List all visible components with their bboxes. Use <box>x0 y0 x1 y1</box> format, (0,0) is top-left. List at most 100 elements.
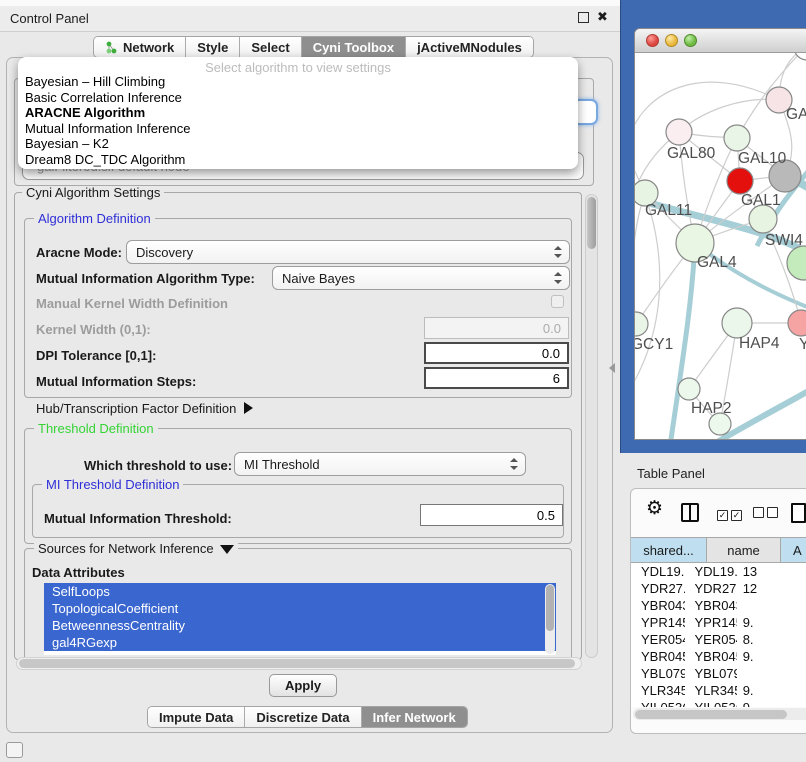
stepper-icon <box>553 272 562 284</box>
table-row[interactable]: YDR27...YDR27...12 <box>631 580 806 597</box>
mi-threshold-field[interactable]: 0.5 <box>420 504 563 526</box>
network-node[interactable] <box>666 119 692 145</box>
unchecked-box-icon <box>753 507 764 518</box>
apply-button[interactable]: Apply <box>269 674 337 697</box>
attribute-item[interactable]: BetweennessCentrality <box>44 617 556 634</box>
stepper-icon <box>509 458 518 470</box>
algorithm-option[interactable]: Bayesian – Hill Climbing <box>18 74 578 90</box>
algorithm-option[interactable]: Bayesian – K2 <box>18 136 578 152</box>
tab-style[interactable]: Style <box>186 37 240 57</box>
tab-label: Discretize Data <box>256 710 349 725</box>
scrollbar-thumb[interactable] <box>546 585 554 631</box>
network-node[interactable] <box>788 310 806 336</box>
algorithm-dropdown-popup: Select algorithm to view settings Bayesi… <box>18 57 578 169</box>
gear-icon[interactable]: ⚙ <box>646 497 663 520</box>
table-cell <box>737 597 806 614</box>
network-node[interactable] <box>678 378 700 400</box>
network-window[interactable]: GALGAL80GAL10GAL1GAL11SWI4GAL4GCY1HAP4YH… <box>634 28 806 440</box>
algorithm-option[interactable]: Dream8 DC_TDC Algorithm <box>18 152 578 168</box>
table-cell: YIL053C <box>685 699 737 707</box>
tab-discretize-data[interactable]: Discretize Data <box>245 707 361 727</box>
aracne-mode-combo[interactable]: Discovery <box>126 240 570 264</box>
table-row[interactable]: YBR045CYBR045C9. <box>631 648 806 665</box>
algorithm-option[interactable]: Basic Correlation Inference <box>18 90 578 106</box>
panel-collapse-arrow-icon[interactable] <box>609 363 615 373</box>
column-header[interactable]: A <box>781 538 806 562</box>
network-node[interactable] <box>749 205 777 233</box>
mi-threshold-group-label: MI Threshold Definition <box>42 477 183 492</box>
dropdown-prompt: Select algorithm to view settings <box>18 57 578 74</box>
tab-cyni-toolbox[interactable]: Cyni Toolbox <box>302 37 406 57</box>
attribute-item[interactable]: TopologicalCoefficient <box>44 600 556 617</box>
table-horizontal-scrollbar[interactable] <box>633 708 806 720</box>
dropdown-items: Bayesian – Hill ClimbingBasic Correlatio… <box>18 74 578 168</box>
network-node[interactable] <box>727 168 753 194</box>
network-window-titlebar[interactable] <box>635 29 806 53</box>
document-icon[interactable] <box>791 503 806 523</box>
settings-horizontal-scrollbar[interactable] <box>16 657 582 670</box>
network-canvas[interactable]: GALGAL80GAL10GAL1GAL11SWI4GAL4GCY1HAP4YH… <box>635 53 806 440</box>
zoom-traffic-light-icon[interactable] <box>684 34 697 47</box>
dpi-tolerance-label: DPI Tolerance [0,1]: <box>36 348 156 363</box>
network-node[interactable] <box>724 125 750 151</box>
column-header[interactable]: shared... <box>631 538 707 562</box>
tab-jactivemnodules[interactable]: jActiveMNodules <box>406 37 533 57</box>
manual-kernel-checkbox[interactable] <box>551 295 564 308</box>
data-attributes-list[interactable]: SelfLoopsTopologicalCoefficientBetweenne… <box>44 583 556 655</box>
table-row[interactable]: YDL19...YDL19...13 <box>631 563 806 580</box>
network-node[interactable] <box>787 246 806 280</box>
scrollbar-thumb[interactable] <box>19 659 575 668</box>
close-traffic-light-icon[interactable] <box>646 34 659 47</box>
table-row[interactable]: YPR145WYPR145W9. <box>631 614 806 631</box>
close-icon[interactable]: ✖ <box>597 9 608 25</box>
collapsed-panel-icon[interactable] <box>6 742 23 758</box>
tab-label: Network <box>123 40 174 55</box>
panel-title: Control Panel <box>10 11 89 26</box>
scrollbar-thumb[interactable] <box>635 710 787 719</box>
kernel-width-field[interactable]: 0.0 <box>424 317 569 339</box>
select-all-icon[interactable]: ✓✓ <box>717 506 745 521</box>
which-threshold-combo[interactable]: MI Threshold <box>234 452 526 476</box>
node-label: GAL11 <box>645 202 692 219</box>
node-label: GAL80 <box>667 145 716 162</box>
tab-select[interactable]: Select <box>240 37 301 57</box>
dpi-tolerance-field[interactable]: 0.0 <box>424 342 569 364</box>
table-row[interactable]: YER054CYER054C8. <box>631 631 806 648</box>
sources-group-label[interactable]: Sources for Network Inference <box>34 541 238 556</box>
algorithm-option[interactable]: Mutual Information Inference <box>18 121 578 137</box>
network-node[interactable] <box>794 53 806 60</box>
tab-network[interactable]: Network <box>94 37 186 57</box>
mi-steps-field[interactable]: 6 <box>424 367 569 389</box>
network-view-frame: GALGAL80GAL10GAL1GAL11SWI4GAL4GCY1HAP4YH… <box>620 0 806 453</box>
checked-box-icon: ✓ <box>717 510 728 521</box>
deselect-all-icon[interactable] <box>753 506 781 521</box>
attribute-item[interactable]: gal4RGexp <box>44 634 556 651</box>
tab-label: Select <box>251 40 289 55</box>
table-cell: YPR145W <box>685 614 737 631</box>
column-header[interactable]: name <box>707 538 781 562</box>
node-label: HAP4 <box>739 335 780 352</box>
network-node[interactable] <box>722 308 752 338</box>
tab-impute-data[interactable]: Impute Data <box>148 707 245 727</box>
list-vertical-scrollbar[interactable] <box>545 584 555 654</box>
split-columns-icon[interactable] <box>681 503 699 522</box>
hub-definition-toggle[interactable]: Hub/Transcription Factor Definition <box>36 401 253 416</box>
scrollbar-thumb[interactable] <box>587 197 596 249</box>
attribute-item[interactable]: SelfLoops <box>44 583 556 600</box>
float-panel-icon[interactable] <box>578 12 589 23</box>
minimize-traffic-light-icon[interactable] <box>665 34 678 47</box>
tab-infer-network[interactable]: Infer Network <box>362 707 467 727</box>
table-row[interactable]: YIL053CYIL053C9 <box>631 699 806 707</box>
table-row[interactable]: YLR345WYLR345W9. <box>631 682 806 699</box>
expand-right-icon <box>244 402 253 414</box>
table-cell: YBR045C <box>631 648 685 665</box>
table-row[interactable]: YBR043CYBR043C <box>631 597 806 614</box>
network-edge <box>635 193 645 324</box>
table-cell: YBL079W <box>631 665 685 682</box>
table-row[interactable]: YBL079WYBL079W <box>631 665 806 682</box>
settings-vertical-scrollbar[interactable] <box>585 194 598 658</box>
node-label: GAL <box>786 106 806 123</box>
algorithm-option[interactable]: ARACNE Algorithm <box>18 105 578 121</box>
network-node[interactable] <box>635 312 648 336</box>
mi-type-combo[interactable]: Naive Bayes <box>272 266 570 290</box>
